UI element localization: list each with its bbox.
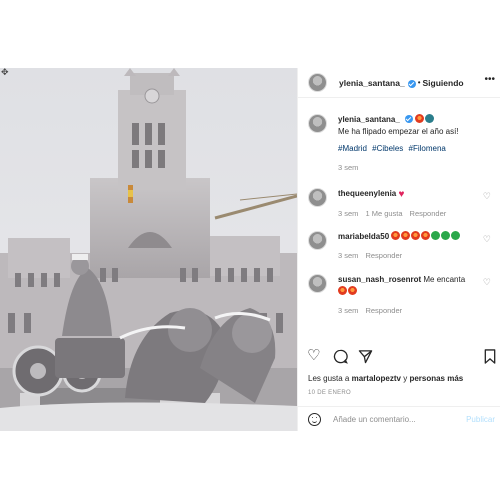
author-username[interactable]: ylenia_santana_ bbox=[339, 78, 405, 88]
comment-likes-count[interactable]: 1 Me gusta bbox=[365, 209, 402, 218]
post-header: ylenia_santana_ • Siguiendo ••• bbox=[298, 68, 500, 98]
add-comment-bar: Publicar bbox=[298, 406, 500, 431]
comment-username[interactable]: thequeenylenia bbox=[338, 189, 396, 198]
comment-emojis bbox=[338, 286, 495, 298]
like-comment-heart-icon[interactable]: ♡ bbox=[483, 191, 491, 202]
comment-meta: 3 sem 1 Me gusta Responder bbox=[338, 209, 495, 218]
caption-username[interactable]: ylenia_santana_ bbox=[338, 115, 400, 124]
comment-item: susan_nash_rosenrot Me encanta 3 sem Resp… bbox=[298, 274, 500, 315]
separator-dot: • bbox=[417, 78, 421, 87]
verified-badge-icon bbox=[407, 79, 416, 88]
author-avatar[interactable] bbox=[308, 114, 327, 133]
comment-line: mariabelda50 bbox=[338, 231, 495, 243]
post-photo[interactable]: ✥ bbox=[0, 68, 297, 431]
caption-time[interactable]: 3 sem bbox=[338, 163, 358, 172]
user-tag-icon[interactable]: ✥ bbox=[1, 68, 9, 77]
reply-button[interactable]: Responder bbox=[410, 209, 447, 218]
post-actions-bar: ♡ bbox=[298, 348, 500, 370]
comment-time[interactable]: 3 sem bbox=[338, 209, 358, 218]
bookmark-icon[interactable] bbox=[484, 349, 496, 364]
commenter-avatar[interactable] bbox=[308, 231, 327, 250]
publish-button[interactable]: Publicar bbox=[466, 415, 495, 424]
like-comment-heart-icon[interactable]: ♡ bbox=[483, 234, 491, 245]
cibeles-snow-photo bbox=[0, 68, 297, 431]
comment-line: thequeenylenia ♥ bbox=[338, 188, 495, 201]
heart-icon[interactable]: ♡ bbox=[307, 348, 320, 363]
emoji-icon bbox=[348, 286, 357, 295]
emoji-icon bbox=[431, 231, 441, 240]
commenter-avatar[interactable] bbox=[308, 188, 327, 207]
commenter-avatar[interactable] bbox=[308, 274, 327, 293]
liker-username[interactable]: martalopeztv bbox=[352, 374, 401, 383]
reply-button[interactable]: Responder bbox=[365, 251, 402, 260]
like-comment-heart-icon[interactable]: ♡ bbox=[483, 277, 491, 288]
caption: ylenia_santana_ Me ha flipado empezar el… bbox=[298, 114, 500, 172]
likes-others-link[interactable]: personas más bbox=[409, 374, 463, 383]
caption-meta: 3 sem bbox=[338, 163, 495, 172]
red-heart-emoji-icon: ♥ bbox=[398, 189, 405, 200]
caption-line: ylenia_santana_ bbox=[338, 114, 495, 126]
emoji-icon bbox=[338, 286, 347, 295]
comment-meta: 3 sem Responder bbox=[338, 306, 495, 315]
more-options-icon[interactable]: ••• bbox=[484, 74, 495, 85]
reply-button[interactable]: Responder bbox=[365, 306, 402, 315]
emoji-icon bbox=[401, 231, 411, 240]
emoji-icon bbox=[441, 231, 451, 240]
caption-hashtags: #Madrid #Cibeles #Filomena bbox=[338, 143, 495, 155]
comment-meta: 3 sem Responder bbox=[338, 251, 495, 260]
comment-username[interactable]: mariabelda50 bbox=[338, 232, 389, 241]
author-avatar[interactable] bbox=[308, 73, 327, 92]
instagram-post: ✥ ylenia_santana_ • Siguiendo ••• ylenia… bbox=[0, 68, 500, 431]
likes-prefix: Les gusta a bbox=[308, 374, 350, 383]
caption-text: Me ha flipado empezar el año así! bbox=[338, 127, 459, 136]
comment-username[interactable]: susan_nash_rosenrot bbox=[338, 275, 421, 284]
hashtag-link[interactable]: #Filomena bbox=[409, 144, 446, 153]
post-date[interactable]: 10 DE ENERO bbox=[308, 390, 351, 396]
emoji-icon bbox=[415, 114, 425, 123]
emoji-icon bbox=[391, 231, 401, 240]
share-icon[interactable] bbox=[358, 349, 373, 364]
likes-middle: y bbox=[403, 374, 408, 383]
comment-item: thequeenylenia ♥ 3 sem 1 Me gusta Responde… bbox=[298, 188, 500, 218]
emoji-icon bbox=[421, 231, 431, 240]
smiley-icon[interactable] bbox=[308, 412, 321, 426]
comment-line: susan_nash_rosenrot Me encanta bbox=[338, 274, 495, 286]
comment-text: Me encanta bbox=[423, 275, 466, 284]
comment-icon[interactable] bbox=[333, 349, 348, 364]
comment-time[interactable]: 3 sem bbox=[338, 306, 358, 315]
following-button[interactable]: Siguiendo bbox=[423, 78, 464, 88]
comments-list: ylenia_santana_ Me ha flipado empezar el… bbox=[298, 114, 500, 315]
verified-badge-icon bbox=[405, 115, 414, 123]
post-side-panel: ylenia_santana_ • Siguiendo ••• ylenia_s… bbox=[297, 68, 500, 431]
emoji-icon bbox=[451, 231, 461, 240]
emoji-icon bbox=[411, 231, 421, 240]
comment-item: mariabelda50 3 sem Responder ♡ bbox=[298, 231, 500, 260]
comment-input[interactable] bbox=[333, 414, 453, 424]
likes-summary: Les gusta a martalopeztv y personas más bbox=[308, 374, 463, 383]
comment-time[interactable]: 3 sem bbox=[338, 251, 358, 260]
hashtag-link[interactable]: #Cibeles bbox=[372, 144, 403, 153]
emoji-icon bbox=[425, 114, 435, 123]
hashtag-link[interactable]: #Madrid bbox=[338, 144, 367, 153]
